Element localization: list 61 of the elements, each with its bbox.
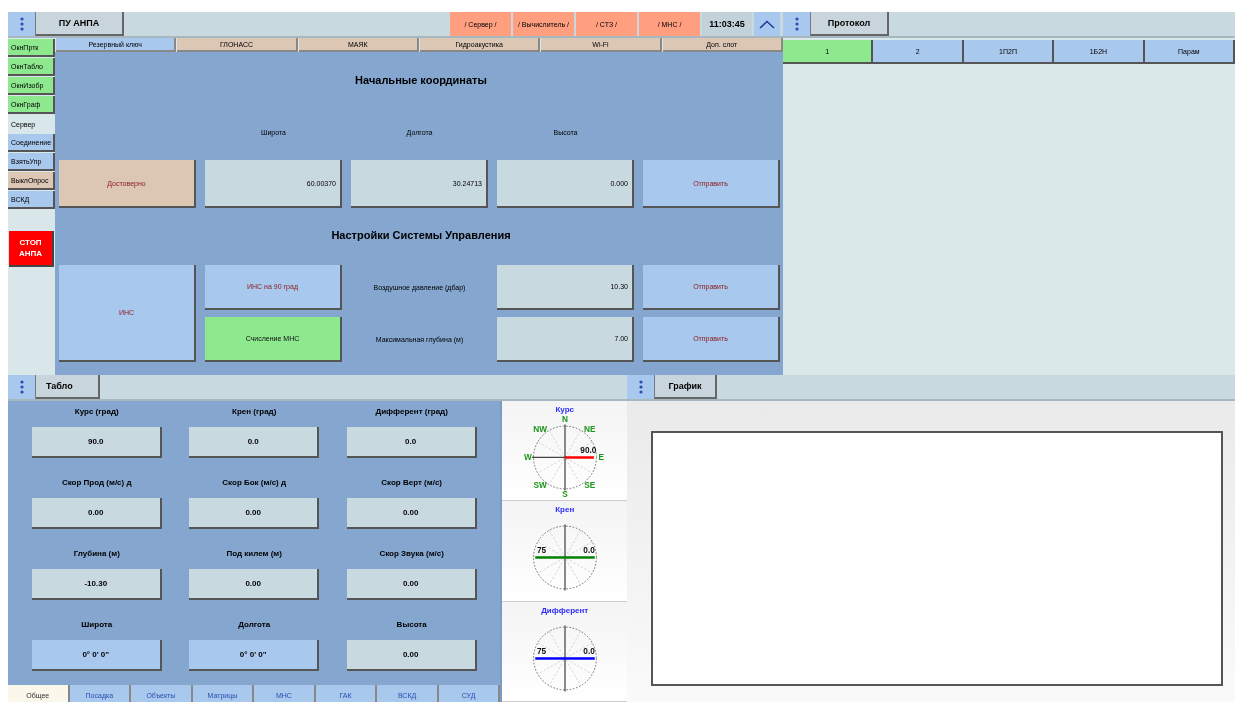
gauge-value: 90.0 xyxy=(580,445,597,455)
reading-value: -10.30 xyxy=(31,569,162,600)
direction-label: SE xyxy=(584,480,595,490)
panel-title[interactable]: График xyxy=(655,375,717,399)
section-title: Настройки Системы Управления xyxy=(330,229,512,243)
panel-title[interactable]: Табло xyxy=(36,375,100,399)
menu-button[interactable] xyxy=(8,375,36,399)
gauge-value: 0.0 xyxy=(583,647,595,656)
gauge-title: Курс xyxy=(555,405,574,414)
direction-label: E xyxy=(598,452,604,462)
reading-label: Скор Бок (м/с) д xyxy=(222,478,287,489)
scale-label: 75 xyxy=(536,546,546,556)
menu-icon xyxy=(794,17,799,31)
gauge-value: 0.0 xyxy=(583,546,595,556)
menu-button[interactable] xyxy=(783,12,811,36)
reading-value: 0.00 xyxy=(346,640,477,671)
stop-button[interactable]: СТОП АНПА xyxy=(9,231,54,267)
reading-value: 0.00 xyxy=(346,498,477,529)
reading-value: 0.0 xyxy=(346,427,477,458)
reading-value: 0.00 xyxy=(189,569,320,600)
dial-drawing xyxy=(532,524,597,592)
panel-title[interactable]: Протокол xyxy=(811,12,889,36)
reading-value: 0.0 xyxy=(189,427,320,458)
reading-label: Дифферент (град) xyxy=(375,407,448,418)
dial-drawing xyxy=(532,624,597,692)
collapse-button[interactable] xyxy=(754,12,780,36)
reading-value: 0° 0' 0" xyxy=(31,640,162,671)
section-title: Начальные координаты xyxy=(354,74,488,88)
gauge-title: Крен xyxy=(555,505,575,515)
reading-label: Скор Звука (м/с) xyxy=(379,549,444,560)
direction-label: SW xyxy=(533,480,547,490)
menu-icon xyxy=(19,17,24,31)
dial-drawing xyxy=(531,423,597,492)
reading-label: Под килем (м) xyxy=(226,549,282,560)
menu-button[interactable] xyxy=(627,375,655,399)
menu-icon xyxy=(19,380,24,394)
reading-label: Широта xyxy=(81,620,113,631)
reading-label: Курс (град) xyxy=(74,407,119,418)
reading-value: 0° 0' 0" xyxy=(189,640,320,671)
menu-button[interactable] xyxy=(8,12,36,36)
reading-label: Глубина (м) xyxy=(73,549,120,560)
panel-title[interactable]: ПУ АНПА xyxy=(36,12,124,36)
direction-label: NW xyxy=(533,424,547,434)
reading-value: 0.00 xyxy=(31,498,162,529)
direction-label: N xyxy=(561,414,568,424)
reading-label: Долгота xyxy=(238,620,271,631)
reading-label: Крен (град) xyxy=(232,407,277,418)
direction-label: NE xyxy=(583,424,596,434)
clock: 11:03:45 xyxy=(702,12,752,36)
reading-label: Скор Верт (м/с) xyxy=(381,478,443,489)
scale-label: 75 xyxy=(536,647,546,656)
direction-label: W xyxy=(523,452,532,462)
direction-label: S xyxy=(561,489,568,498)
menu-icon xyxy=(638,380,643,394)
reading-value: 0.00 xyxy=(189,498,320,529)
reading-value: 0.00 xyxy=(346,569,477,600)
reading-label: Скор Прод (м/с) д xyxy=(61,478,132,489)
reading-label: Высота xyxy=(396,620,427,631)
gauge-title: Дифферент xyxy=(541,605,589,615)
reading-value: 90.0 xyxy=(31,427,162,458)
chevron-up-icon xyxy=(759,19,775,29)
